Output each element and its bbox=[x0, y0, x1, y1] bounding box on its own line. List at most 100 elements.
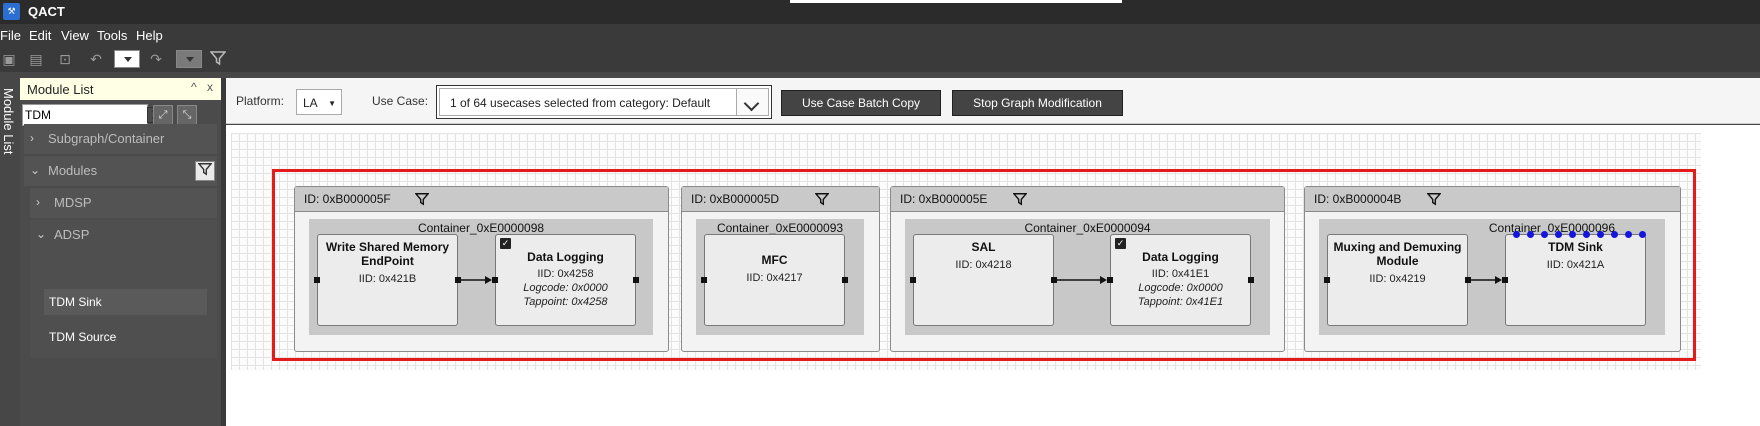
chevron-right-icon: › bbox=[36, 195, 40, 209]
chevron-right-icon: › bbox=[30, 131, 34, 145]
use-case-field[interactable]: 1 of 64 usecases selected from category:… bbox=[439, 88, 738, 116]
redo-dropdown[interactable] bbox=[176, 50, 202, 68]
input-port[interactable] bbox=[910, 277, 916, 283]
module-search-box: X ▾ bbox=[22, 104, 168, 126]
platform-label: Platform: bbox=[236, 94, 285, 108]
chevron-down-icon: ⌄ bbox=[30, 163, 41, 177]
undo-icon[interactable]: ↶ bbox=[87, 50, 105, 68]
highlight-dot bbox=[1611, 231, 1618, 238]
save-all-icon[interactable]: ▤ bbox=[27, 50, 45, 68]
input-port[interactable] bbox=[314, 277, 320, 283]
use-case-batch-copy-button[interactable]: Use Case Batch Copy bbox=[781, 90, 941, 116]
container[interactable]: Container_0xE0000093 MFC IID: 0x4217 bbox=[696, 219, 864, 335]
highlight-dot bbox=[1639, 231, 1646, 238]
module-iid: IID: 0x4258 bbox=[537, 268, 594, 280]
module-title: Muxing and Demuxing bbox=[1333, 240, 1462, 254]
subgraph-header: ID: 0xB000004B bbox=[1305, 187, 1680, 212]
menu-help[interactable]: Help bbox=[136, 28, 163, 43]
menu-edit[interactable]: Edit bbox=[29, 28, 51, 43]
highlight-dot bbox=[1569, 231, 1576, 238]
redo-icon[interactable]: ↷ bbox=[147, 50, 165, 68]
connection-arrow[interactable] bbox=[1471, 274, 1503, 286]
menu-view[interactable]: View bbox=[61, 28, 89, 43]
app-title: QACT bbox=[28, 4, 65, 19]
platform-value: LA bbox=[303, 96, 318, 110]
module-iid: IID: 0x421B bbox=[358, 273, 417, 285]
undo-dropdown[interactable] bbox=[114, 50, 140, 68]
module-logcode: Logcode: 0x0000 bbox=[523, 282, 608, 294]
modules-filter-icon[interactable] bbox=[195, 161, 215, 181]
module-data-logging[interactable]: ✓ Data Logging IID: 0x4258 Logcode: 0x00… bbox=[495, 234, 636, 326]
connection-arrow[interactable] bbox=[461, 274, 493, 286]
subgraph-id: ID: 0xB000005E bbox=[900, 192, 988, 206]
group-mdsp[interactable]: › MDSP bbox=[30, 188, 217, 218]
subgraph-b000005f[interactable]: ID: 0xB000005F Container_0xE0000098 Writ… bbox=[294, 186, 669, 352]
module-data-logging[interactable]: ✓ Data Logging IID: 0x41E1 Logcode: 0x00… bbox=[1110, 234, 1251, 326]
subgraph-b000005e[interactable]: ID: 0xB000005E Container_0xE0000094 SAL … bbox=[890, 186, 1285, 352]
module-item-tdm-sink[interactable]: TDM Sink bbox=[44, 289, 207, 315]
filter-icon[interactable] bbox=[1013, 192, 1027, 206]
container[interactable]: Container_0xE0000098 Write Shared Memory… bbox=[309, 219, 653, 335]
menu-file[interactable]: File bbox=[0, 28, 21, 43]
module-title: MFC bbox=[761, 253, 788, 267]
module-enabled-checkbox[interactable]: ✓ bbox=[500, 238, 511, 249]
output-port[interactable] bbox=[1248, 277, 1254, 283]
output-port[interactable] bbox=[842, 277, 848, 283]
module-title: Data Logging bbox=[527, 250, 604, 264]
qact-logo-icon: ⚒ bbox=[3, 3, 20, 20]
highlight-dot bbox=[1583, 231, 1590, 238]
stop-graph-modification-button[interactable]: Stop Graph Modification bbox=[952, 90, 1123, 116]
container-title: Container_0xE0000098 bbox=[417, 221, 545, 235]
pin-icon[interactable]: ^ bbox=[191, 80, 197, 94]
connection-arrow[interactable] bbox=[1057, 274, 1108, 286]
settings-icon[interactable]: ⊡ bbox=[56, 50, 74, 68]
platform-select[interactable]: LA ▼ bbox=[296, 89, 342, 115]
filter-icon[interactable] bbox=[815, 192, 829, 206]
module-title: Module bbox=[1376, 254, 1419, 268]
expand-all-icon[interactable]: ⤢ bbox=[153, 105, 173, 125]
group-subgraph-container[interactable]: › Subgraph/Container bbox=[24, 124, 217, 154]
module-logcode: Logcode: 0x0000 bbox=[1138, 282, 1223, 294]
container-title: Container_0xE0000093 bbox=[716, 221, 844, 235]
module-iid: IID: 0x4219 bbox=[1369, 273, 1426, 285]
subgraph-b000004b[interactable]: ID: 0xB000004B Container_0xE0000096 Muxi… bbox=[1304, 186, 1681, 352]
module-muxing-and-demuxing[interactable]: Muxing and Demuxing Module IID: 0x4219 bbox=[1327, 234, 1468, 326]
save-icon[interactable]: ▣ bbox=[0, 50, 18, 68]
module-write-shared-memory-endpoint[interactable]: Write Shared Memory EndPoint IID: 0x421B bbox=[317, 234, 458, 326]
filter-icon[interactable] bbox=[209, 50, 227, 68]
input-port[interactable] bbox=[701, 277, 707, 283]
output-port[interactable] bbox=[633, 277, 639, 283]
group-modules[interactable]: ⌄ Modules bbox=[24, 156, 217, 186]
filter-icon[interactable] bbox=[1427, 192, 1441, 206]
module-item-tdm-source[interactable]: TDM Source bbox=[44, 324, 207, 350]
close-panel-icon[interactable]: x bbox=[207, 80, 213, 94]
module-list-side-tab[interactable]: Module List bbox=[0, 80, 18, 192]
subgraph-header: ID: 0xB000005E bbox=[891, 187, 1284, 212]
module-iid: IID: 0x421A bbox=[1546, 259, 1605, 271]
module-tdm-sink[interactable]: TDM Sink IID: 0x421A bbox=[1505, 234, 1646, 326]
highlight-dot bbox=[1513, 231, 1520, 238]
module-iid: IID: 0x4217 bbox=[746, 272, 803, 284]
module-title: Write Shared Memory bbox=[325, 240, 450, 254]
group-label: ADSP bbox=[54, 227, 90, 242]
highlight-dot bbox=[1541, 231, 1548, 238]
module-iid: IID: 0x4218 bbox=[955, 259, 1012, 271]
module-enabled-checkbox[interactable]: ✓ bbox=[1115, 238, 1126, 249]
module-title: EndPoint bbox=[361, 254, 414, 268]
input-port[interactable] bbox=[1324, 277, 1330, 283]
module-list-title: Module List bbox=[27, 82, 94, 97]
container[interactable]: Container_0xE0000094 SAL IID: 0x4218 ✓ D… bbox=[905, 219, 1270, 335]
module-sal[interactable]: SAL IID: 0x4218 bbox=[913, 234, 1054, 326]
group-label: MDSP bbox=[54, 195, 92, 210]
use-case-dropdown-button[interactable] bbox=[736, 88, 769, 116]
filter-icon[interactable] bbox=[415, 192, 429, 206]
module-iid: IID: 0x41E1 bbox=[1151, 268, 1210, 280]
module-mfc[interactable]: MFC IID: 0x4217 bbox=[704, 234, 845, 326]
module-search-input[interactable] bbox=[25, 107, 123, 123]
chevron-down-icon: ⌄ bbox=[36, 227, 47, 241]
subgraph-b000005d[interactable]: ID: 0xB000005D Container_0xE0000093 MFC … bbox=[681, 186, 880, 352]
menu-tools[interactable]: Tools bbox=[97, 28, 127, 43]
side-tab-label: Module List bbox=[1, 88, 16, 155]
collapse-all-icon[interactable]: ⤡ bbox=[177, 105, 197, 125]
menu-bar: File Edit View Tools Help bbox=[0, 24, 1760, 46]
